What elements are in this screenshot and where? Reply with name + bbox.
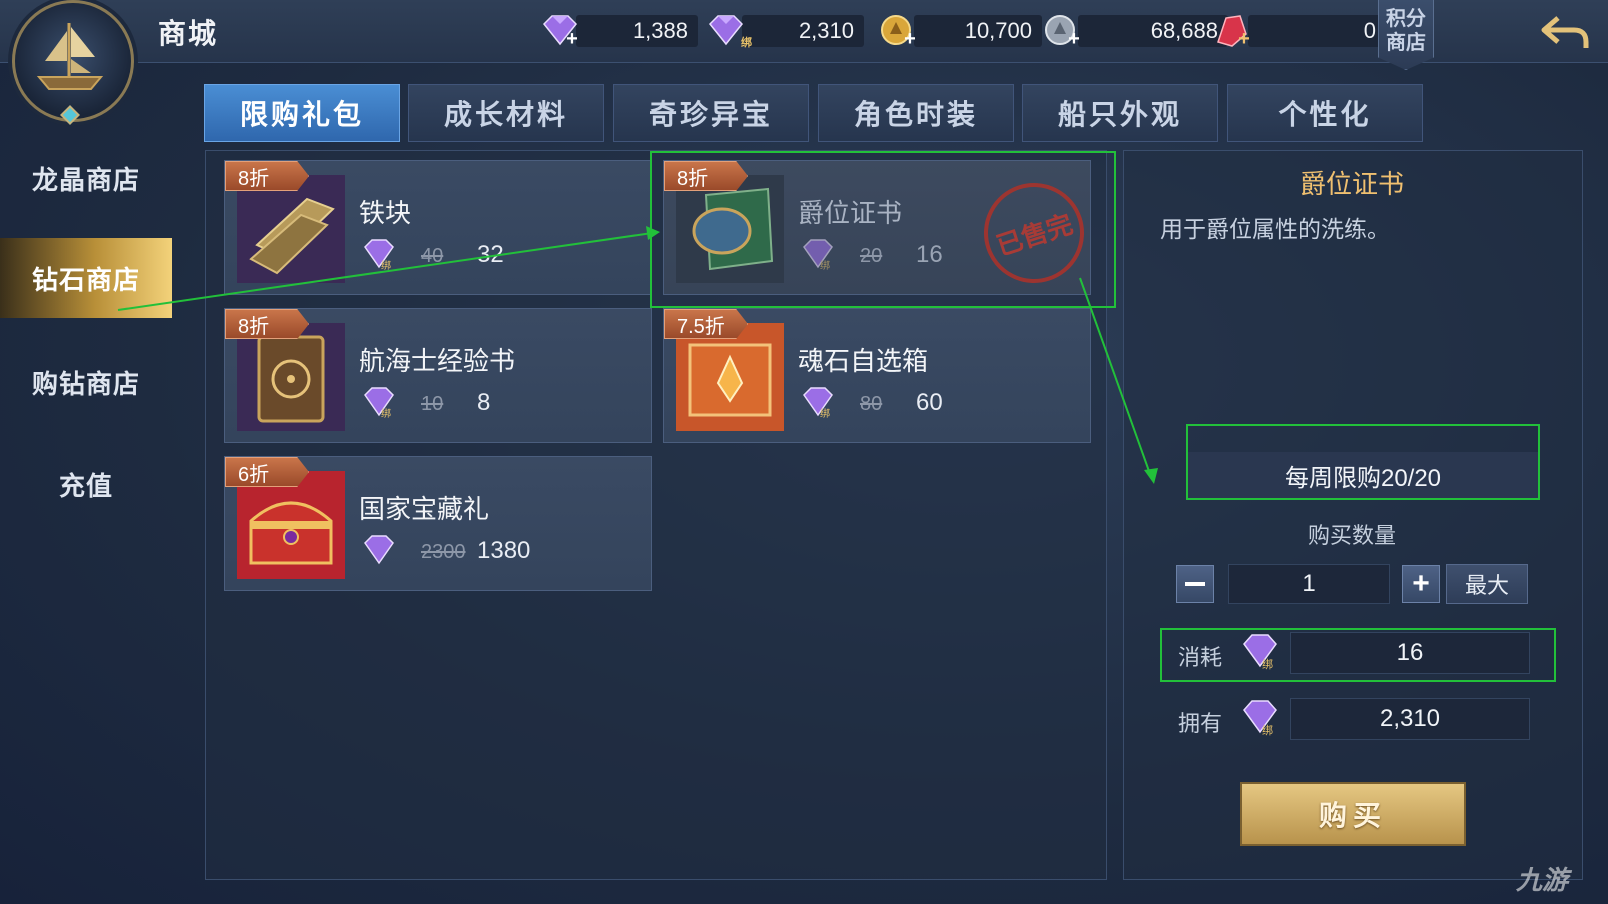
- arrow-head: [1144, 468, 1158, 484]
- add-icon[interactable]: +: [1236, 29, 1252, 49]
- add-icon[interactable]: +: [1066, 29, 1082, 49]
- gold-coin-icon: +: [878, 14, 918, 49]
- red-crystal-icon: +: [1212, 14, 1252, 49]
- add-icon[interactable]: +: [902, 29, 918, 49]
- arrow-line: [117, 232, 653, 311]
- bound-diamond-icon: 绑: [706, 14, 752, 49]
- annotation-arrows: [117, 226, 1158, 484]
- diamond-icon: +: [540, 14, 580, 49]
- silver-coin-icon: +: [1042, 14, 1082, 49]
- ship-logo: [12, 0, 134, 122]
- arrow-head: [646, 226, 660, 240]
- watermark: 九游: [1516, 865, 1569, 895]
- bound-tag: 绑: [741, 37, 752, 49]
- add-icon[interactable]: +: [564, 29, 580, 49]
- arrow-line: [1079, 277, 1151, 475]
- ship-icon: [36, 23, 104, 90]
